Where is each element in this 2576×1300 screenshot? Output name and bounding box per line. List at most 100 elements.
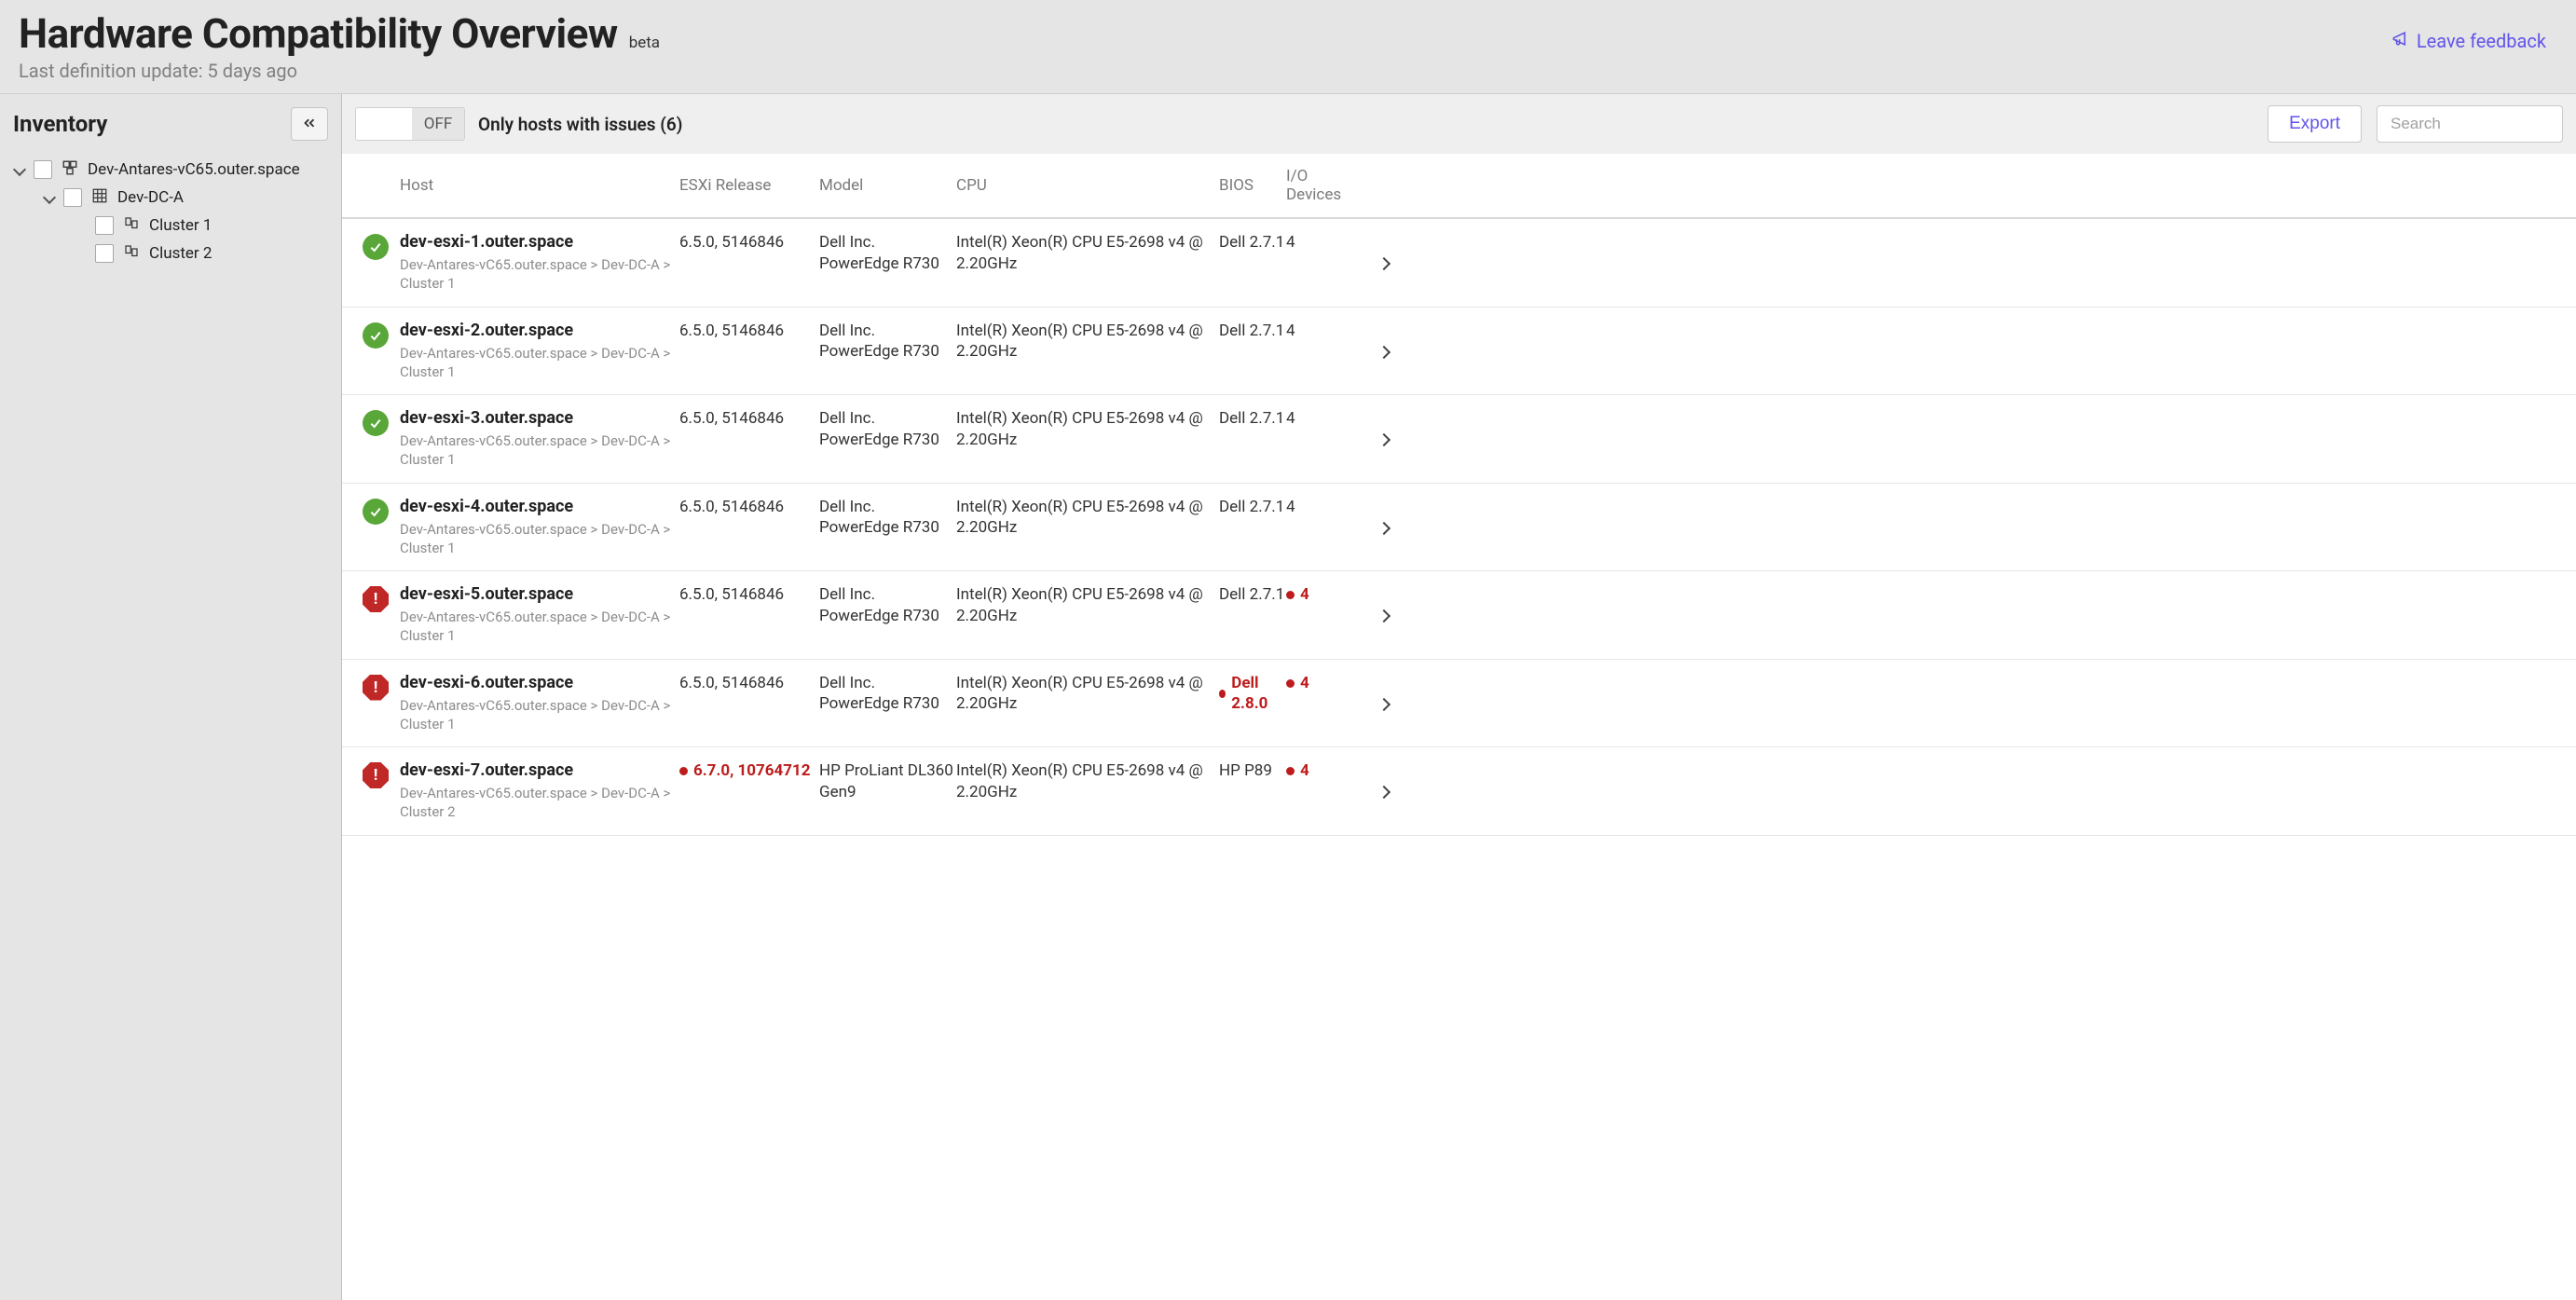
esxi-cell: 6.5.0, 5146846: [679, 673, 819, 694]
model-cell: Dell Inc. PowerEdge R730: [819, 584, 956, 627]
toggle-on-half: [356, 108, 412, 140]
host-cell: dev-esxi-2.outer.space Dev-Antares-vC65.…: [400, 321, 679, 382]
tree-checkbox[interactable]: [95, 244, 114, 263]
chevron-right-icon: [1379, 607, 1389, 625]
export-button[interactable]: Export: [2268, 105, 2362, 143]
page-title: Hardware Compatibility Overview: [19, 9, 618, 58]
chevron-right-icon: [1379, 783, 1389, 801]
expand-row-chevron[interactable]: [1365, 232, 1403, 273]
tree-checkbox[interactable]: [95, 216, 114, 235]
leave-feedback-link[interactable]: Leave feedback: [2391, 30, 2546, 52]
issues-filter-group: OFF Only hosts with issues (6): [355, 107, 2253, 141]
host-name: dev-esxi-2.outer.space: [400, 321, 679, 340]
table-row[interactable]: dev-esxi-3.outer.space Dev-Antares-vC65.…: [342, 395, 2576, 484]
chevron-right-icon: [1379, 431, 1389, 449]
main-layout: Inventory Dev-Antares-vC65.outer.space: [0, 93, 2576, 1300]
host-breadcrumb: Dev-Antares-vC65.outer.space > Dev-DC-A …: [400, 608, 679, 646]
cluster-icon: [121, 243, 142, 265]
expand-row-chevron[interactable]: [1365, 673, 1403, 714]
status-cell: !: [351, 673, 400, 701]
table-row[interactable]: ! dev-esxi-7.outer.space Dev-Antares-vC6…: [342, 747, 2576, 836]
cpu-cell: Intel(R) Xeon(R) CPU E5-2698 v4 @ 2.20GH…: [956, 321, 1219, 363]
expand-row-chevron[interactable]: [1365, 760, 1403, 801]
bios-cell: HP P89: [1219, 760, 1286, 782]
collapse-sidebar-button[interactable]: [291, 107, 328, 141]
host-name: dev-esxi-1.outer.space: [400, 232, 679, 252]
table-row[interactable]: dev-esxi-2.outer.space Dev-Antares-vC65.…: [342, 308, 2576, 396]
model-cell: Dell Inc. PowerEdge R730: [819, 408, 956, 451]
col-host: Host: [400, 176, 679, 195]
bios-cell: Dell 2.7.1: [1219, 408, 1286, 430]
page-header: Hardware Compatibility Overview beta Las…: [0, 0, 2576, 93]
tree-datacenter-row[interactable]: Dev-DC-A: [13, 184, 341, 212]
page-subtitle: Last definition update: 5 days ago: [19, 60, 660, 82]
chevron-down-icon[interactable]: [43, 191, 56, 204]
search-input[interactable]: [2377, 105, 2563, 143]
expand-row-chevron[interactable]: [1365, 408, 1403, 449]
status-cell: !: [351, 760, 400, 788]
esxi-cell: 6.7.0, 10764712: [679, 760, 819, 782]
expand-row-chevron[interactable]: [1365, 321, 1403, 362]
chevron-right-icon: [1379, 519, 1389, 538]
model-cell: Dell Inc. PowerEdge R730: [819, 321, 956, 363]
tree-vcenter-row[interactable]: Dev-Antares-vC65.outer.space: [13, 156, 341, 184]
tree-checkbox[interactable]: [63, 188, 82, 207]
toolbar: OFF Only hosts with issues (6) Export: [342, 94, 2576, 154]
host-name: dev-esxi-7.outer.space: [400, 760, 679, 780]
io-cell: 4: [1286, 760, 1365, 782]
host-name: dev-esxi-6.outer.space: [400, 673, 679, 692]
tree-cluster-row[interactable]: Cluster 1: [13, 212, 341, 239]
cpu-cell: Intel(R) Xeon(R) CPU E5-2698 v4 @ 2.20GH…: [956, 497, 1219, 540]
toggle-off-half: OFF: [412, 108, 464, 140]
chevron-right-icon: [1379, 254, 1389, 273]
tree-cluster-label: Cluster 1: [149, 216, 212, 235]
hosts-table: Host ESXi Release Model CPU BIOS I/O Dev…: [342, 154, 2576, 1300]
col-bios: BIOS: [1219, 176, 1286, 195]
status-cell: [351, 408, 400, 436]
megaphone-icon: [2391, 30, 2409, 52]
chevron-right-icon: [1379, 343, 1389, 362]
cpu-cell: Intel(R) Xeon(R) CPU E5-2698 v4 @ 2.20GH…: [956, 232, 1219, 275]
host-breadcrumb: Dev-Antares-vC65.outer.space > Dev-DC-A …: [400, 696, 679, 734]
status-error-icon: !: [363, 586, 389, 612]
status-ok-icon: [363, 410, 389, 436]
cpu-cell: Intel(R) Xeon(R) CPU E5-2698 v4 @ 2.20GH…: [956, 408, 1219, 451]
tree-cluster-row[interactable]: Cluster 2: [13, 239, 341, 267]
status-cell: [351, 497, 400, 525]
tree-checkbox[interactable]: [34, 160, 52, 179]
expand-row-chevron[interactable]: [1365, 584, 1403, 625]
host-breadcrumb: Dev-Antares-vC65.outer.space > Dev-DC-A …: [400, 431, 679, 470]
io-cell: 4: [1286, 321, 1365, 342]
vcenter-icon: [60, 159, 80, 181]
expand-row-chevron[interactable]: [1365, 497, 1403, 538]
col-esxi: ESXi Release: [679, 176, 819, 195]
chevron-down-icon[interactable]: [13, 163, 26, 176]
host-breadcrumb: Dev-Antares-vC65.outer.space > Dev-DC-A …: [400, 255, 679, 294]
sidebar: Inventory Dev-Antares-vC65.outer.space: [0, 94, 342, 1300]
host-cell: dev-esxi-6.outer.space Dev-Antares-vC65.…: [400, 673, 679, 734]
bios-cell: Dell 2.7.1: [1219, 497, 1286, 518]
status-error-icon: !: [363, 762, 389, 788]
table-row[interactable]: dev-esxi-1.outer.space Dev-Antares-vC65.…: [342, 219, 2576, 308]
table-row[interactable]: dev-esxi-4.outer.space Dev-Antares-vC65.…: [342, 484, 2576, 572]
bios-cell: Dell 2.7.1: [1219, 584, 1286, 606]
esxi-cell: 6.5.0, 5146846: [679, 408, 819, 430]
tree-vcenter-label: Dev-Antares-vC65.outer.space: [88, 160, 300, 179]
host-name: dev-esxi-4.outer.space: [400, 497, 679, 516]
status-ok-icon: [363, 322, 389, 349]
cluster-icon: [121, 215, 142, 237]
host-cell: dev-esxi-4.outer.space Dev-Antares-vC65.…: [400, 497, 679, 558]
host-breadcrumb: Dev-Antares-vC65.outer.space > Dev-DC-A …: [400, 520, 679, 558]
host-name: dev-esxi-3.outer.space: [400, 408, 679, 428]
sidebar-title: Inventory: [13, 111, 107, 137]
col-model: Model: [819, 176, 956, 195]
host-breadcrumb: Dev-Antares-vC65.outer.space > Dev-DC-A …: [400, 784, 679, 822]
chevron-right-icon: [1379, 695, 1389, 714]
issues-toggle[interactable]: OFF: [355, 107, 465, 141]
esxi-cell: 6.5.0, 5146846: [679, 232, 819, 253]
table-row[interactable]: ! dev-esxi-5.outer.space Dev-Antares-vC6…: [342, 571, 2576, 660]
double-chevron-left-icon: [301, 115, 318, 134]
issues-filter-label: Only hosts with issues (6): [478, 114, 682, 135]
io-cell: 4: [1286, 497, 1365, 518]
table-row[interactable]: ! dev-esxi-6.outer.space Dev-Antares-vC6…: [342, 660, 2576, 748]
